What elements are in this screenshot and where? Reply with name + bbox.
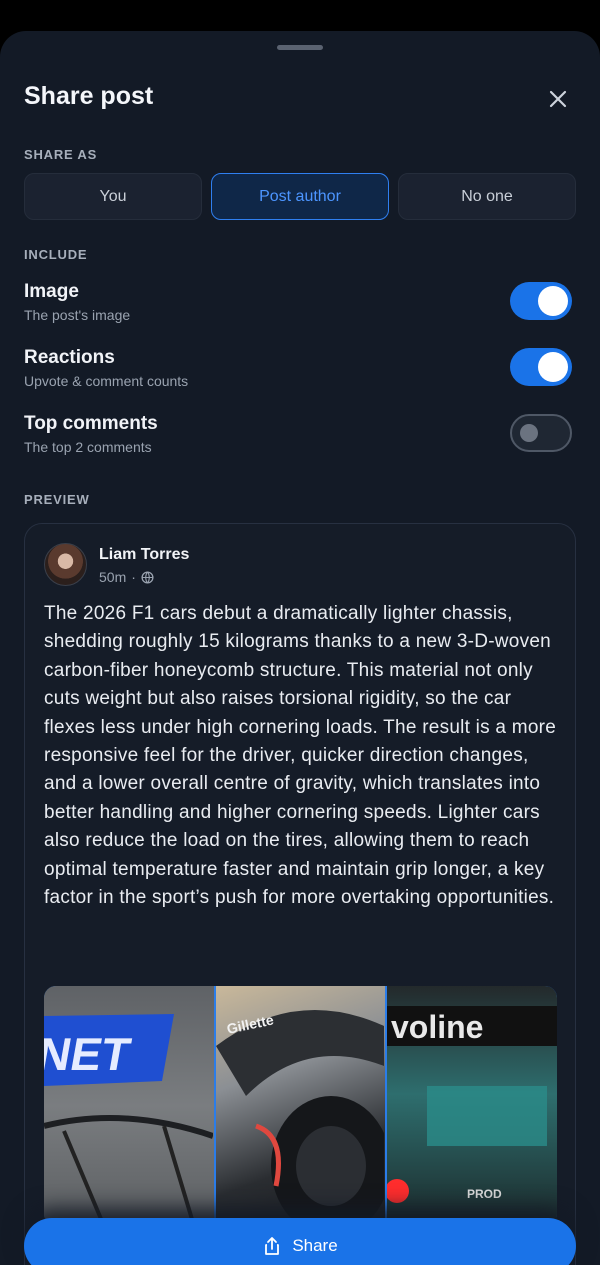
toggle-knob <box>538 286 568 316</box>
globe-icon <box>141 570 154 584</box>
image-option-subtitle: The post's image <box>24 307 131 323</box>
avatar <box>44 543 87 586</box>
share-as-label: SHARE AS <box>24 147 98 162</box>
reactions-toggle[interactable] <box>510 348 572 386</box>
post-image-1: NET <box>44 986 214 1226</box>
share-icon <box>265 1237 280 1255</box>
preview-label: PREVIEW <box>24 492 90 507</box>
drag-handle[interactable] <box>277 45 323 50</box>
image-toggle[interactable] <box>510 282 572 320</box>
share-as-no-one-option[interactable]: No one <box>398 173 576 220</box>
sheet-title: Share post <box>24 82 154 110</box>
share-button-label: Share <box>292 1236 338 1255</box>
post-text: The 2026 F1 cars debut a dramatically li… <box>44 603 557 909</box>
top-comments-option-subtitle: The top 2 comments <box>24 439 152 455</box>
reactions-option-title: Reactions <box>24 347 115 368</box>
post-image-collage: NET Gillette voline PROD <box>44 986 557 1226</box>
post-time: 50m <box>99 569 127 585</box>
share-as-you-option[interactable]: You <box>24 173 202 220</box>
include-label: INCLUDE <box>24 247 88 262</box>
share-button[interactable]: Share <box>24 1218 576 1265</box>
post-meta: 50m · <box>99 569 154 585</box>
close-button[interactable] <box>542 83 574 115</box>
top-comments-toggle[interactable] <box>510 414 572 452</box>
close-icon <box>549 90 567 108</box>
image-1-logo-text: NET <box>44 1028 135 1080</box>
post-image-2: Gillette <box>215 986 386 1226</box>
image-3-sub-text: PROD <box>467 1187 502 1201</box>
author-name: Liam Torres <box>99 546 190 563</box>
share-sheet: Share post SHARE AS You Post author No o… <box>0 31 600 1265</box>
share-as-post-author-option[interactable]: Post author <box>211 173 389 220</box>
post-preview-card: Liam Torres 50m · The 2026 F1 cars debut… <box>24 523 576 1265</box>
meta-separator: · <box>131 569 136 585</box>
toggle-knob <box>538 352 568 382</box>
image-option-title: Image <box>24 281 79 302</box>
post-image-3: voline PROD <box>387 986 557 1226</box>
image-3-logo-text: voline <box>391 1009 483 1045</box>
reactions-option-subtitle: Upvote & comment counts <box>24 373 189 389</box>
toggle-knob <box>520 424 538 442</box>
top-comments-option-title: Top comments <box>24 413 158 434</box>
